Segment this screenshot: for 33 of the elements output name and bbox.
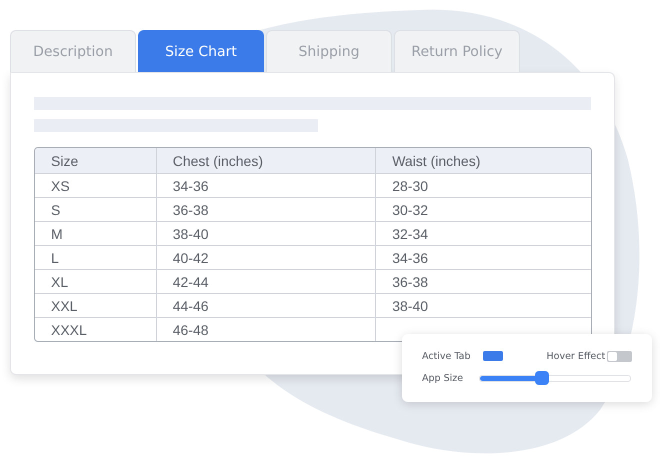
table-cell: XXL (35, 293, 156, 317)
color-swatch[interactable] (482, 351, 502, 361)
tab[interactable]: Description (10, 30, 136, 72)
tab[interactable]: Size Chart (138, 30, 264, 72)
setting-label: App Size (422, 372, 464, 384)
table-cell: XXXL (35, 317, 156, 341)
tab[interactable]: Return Policy (394, 30, 520, 72)
setting-label: Active Tab (422, 350, 470, 362)
column-header: Waist (inches) (375, 148, 591, 173)
table-cell: 28-30 (375, 173, 591, 197)
column-header: Chest (inches) (156, 148, 376, 173)
table-cell: 34-36 (156, 173, 376, 197)
setting-label: Hover Effect (546, 350, 606, 362)
slider-thumb[interactable] (534, 370, 549, 384)
table-cell: L (35, 245, 156, 269)
table-cell: 36-38 (156, 197, 376, 221)
table-cell: M (35, 221, 156, 245)
table-cell: 36-38 (375, 269, 591, 293)
table-cell: 32-34 (375, 221, 591, 245)
column-header: Size (35, 148, 156, 173)
table-cell: 38-40 (156, 221, 376, 245)
table-cell: XS (35, 173, 156, 197)
table-cell: 40-42 (156, 245, 376, 269)
table-cell: 38-40 (375, 293, 591, 317)
table-cell: 30-32 (375, 197, 591, 221)
table-cell: XL (35, 269, 156, 293)
table-cell: 42-44 (156, 269, 376, 293)
tab[interactable]: Shipping (266, 30, 392, 72)
table-cell: S (35, 197, 156, 221)
table-cell: 46-48 (156, 317, 376, 341)
toggle-switch[interactable] (607, 350, 632, 362)
table-cell: 34-36 (375, 245, 591, 269)
table-cell: 44-46 (156, 293, 376, 317)
